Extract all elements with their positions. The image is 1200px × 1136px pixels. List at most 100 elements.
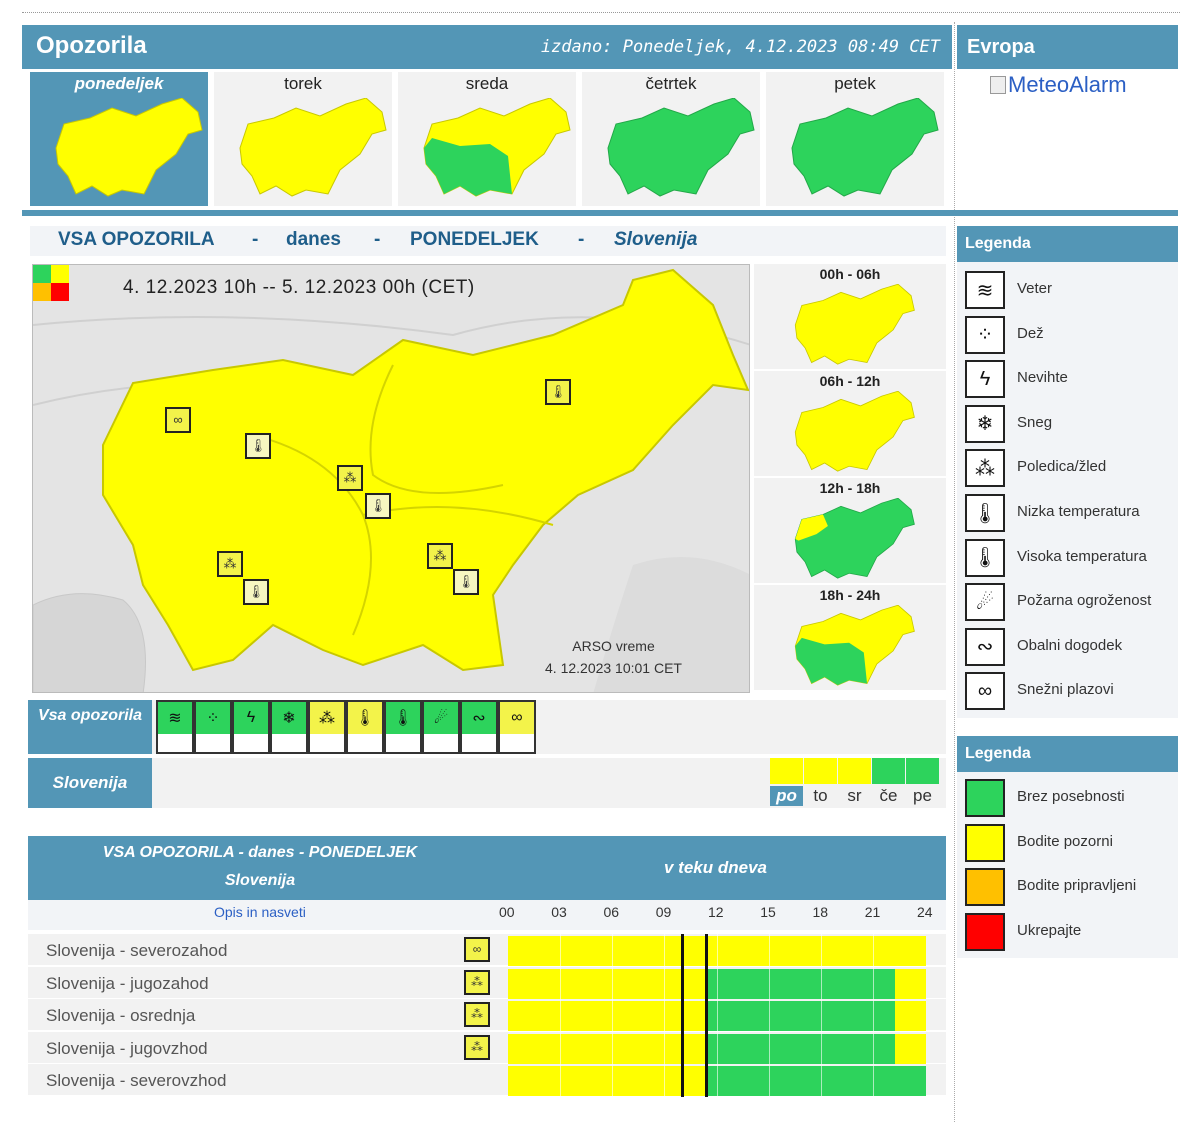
week-day-to[interactable]: to bbox=[804, 758, 838, 808]
legend-label: Brez posebnosti bbox=[1017, 788, 1125, 805]
region-name: Slovenija - osrednja bbox=[46, 1006, 196, 1026]
legend-red-swatch bbox=[51, 283, 69, 301]
week-day-sr[interactable]: sr bbox=[838, 758, 872, 808]
ice-icon[interactable]: ⁂ bbox=[464, 1002, 490, 1028]
legend-item: ϟ Nevihte bbox=[957, 357, 1178, 401]
table-row[interactable]: Slovenija - severozahod ∞ bbox=[28, 934, 946, 966]
description-link[interactable]: Opis in nasveti bbox=[214, 904, 306, 920]
legend-label: Dež bbox=[1017, 324, 1044, 342]
hour-gridline bbox=[768, 934, 770, 1097]
slovenia-mini-map bbox=[794, 605, 915, 686]
avalanche-icon[interactable]: ∞ bbox=[464, 937, 490, 962]
map-background bbox=[33, 268, 749, 692]
day-tab-1[interactable]: torek bbox=[214, 72, 392, 206]
day-tab-2[interactable]: sreda bbox=[398, 72, 576, 206]
legend-label: Snežni plazovi bbox=[1017, 681, 1114, 699]
legend-label: Ukrepajte bbox=[1017, 921, 1082, 939]
column-divider bbox=[954, 22, 955, 1122]
timeline-region: Slovenija bbox=[224, 872, 296, 889]
category-thunderstorm-icon[interactable]: ϟ bbox=[232, 700, 270, 754]
level-swatch bbox=[965, 912, 1005, 951]
week-day-level bbox=[770, 758, 803, 784]
low-temperature-icon: 🌡 bbox=[965, 494, 1005, 532]
high-temperature-icon: 🌡 bbox=[386, 702, 420, 734]
snow-icon: ❄ bbox=[272, 702, 306, 734]
coastal-event-icon: ∾ bbox=[462, 702, 496, 734]
day-tab-4[interactable]: petek bbox=[766, 72, 944, 206]
period-map-3[interactable]: 18h - 24h bbox=[754, 585, 946, 690]
week-day-level bbox=[872, 758, 905, 784]
legend-level-item: Brez posebnosti bbox=[957, 776, 1178, 820]
ice-icon: ⁂ bbox=[310, 702, 344, 734]
ice-icon[interactable]: ⁂ bbox=[427, 543, 453, 569]
slovenia-mini-map bbox=[794, 498, 915, 579]
table-row[interactable]: Slovenija - osrednja ⁂ bbox=[28, 999, 946, 1032]
week-day-level bbox=[838, 758, 871, 784]
day-tab-label: ponedeljek bbox=[74, 74, 164, 93]
category-ice-icon[interactable]: ⁂ bbox=[308, 700, 346, 754]
hour-label: 06 bbox=[603, 904, 620, 920]
category-fire-danger-icon[interactable]: ☄ bbox=[422, 700, 460, 754]
category-wind-icon[interactable]: ≋ bbox=[156, 700, 194, 754]
period-label: 18h - 24h bbox=[819, 587, 881, 603]
avalanche-icon[interactable]: ∞ bbox=[165, 407, 191, 433]
region-name: Slovenija - jugozahod bbox=[46, 973, 209, 993]
low-temperature-icon: 🌡 bbox=[348, 702, 382, 734]
low-temperature-icon[interactable]: 🌡 bbox=[453, 569, 479, 595]
header-bar: Opozorila izdano: Ponedeljek, 4.12.2023 … bbox=[22, 25, 952, 69]
period-map-0[interactable]: 00h - 06h bbox=[754, 264, 946, 369]
period-map-2[interactable]: 12h - 18h bbox=[754, 478, 946, 583]
meteoalarm-link[interactable]: MeteoAlarm bbox=[990, 72, 1127, 98]
map-source-name: ARSO vreme bbox=[572, 638, 655, 654]
category-avalanche-icon[interactable]: ∞ bbox=[498, 700, 536, 754]
level-segment-green bbox=[708, 968, 895, 999]
low-temperature-icon[interactable]: 🌡 bbox=[365, 493, 391, 519]
table-row[interactable]: Slovenija - severovzhod bbox=[28, 1064, 946, 1097]
legend-label: Veter bbox=[1017, 280, 1053, 297]
low-temperature-icon[interactable]: 🌡 bbox=[243, 579, 269, 605]
timeline-header: VSA OPOZORILA - danes - PONEDELJEK Slove… bbox=[28, 836, 946, 900]
category-low-temperature-icon[interactable]: 🌡 bbox=[346, 700, 384, 754]
heading-weekday: PONEDELJEK bbox=[410, 229, 539, 250]
category-coastal-event-icon[interactable]: ∾ bbox=[460, 700, 498, 754]
map-date-range: 4. 12.2023 10h -- 5. 12.2023 00h (CET) bbox=[123, 277, 475, 298]
timeline-subheader: Opis in nasveti 00 03 06 09 12 15 18 21 24 bbox=[28, 900, 946, 930]
warning-map[interactable]: 4. 12.2023 10h -- 5. 12.2023 00h (CET) A… bbox=[32, 264, 750, 693]
legend-item: ≋ Veter bbox=[957, 268, 1178, 312]
day-tab-0[interactable]: ponedeljek bbox=[30, 72, 208, 206]
legend-header: Legenda bbox=[957, 226, 1178, 262]
heading-region: Slovenija bbox=[614, 229, 698, 250]
ice-icon[interactable]: ⁂ bbox=[337, 465, 363, 491]
timeline-during-day: v teku dneva bbox=[664, 858, 767, 877]
week-day-pe[interactable]: pe bbox=[906, 758, 940, 808]
rain-icon: ⁘ bbox=[196, 702, 230, 734]
heading-separator: - bbox=[578, 229, 585, 250]
hour-gridline bbox=[716, 934, 718, 1097]
broken-image-icon bbox=[990, 76, 1006, 94]
ice-icon[interactable]: ⁂ bbox=[464, 969, 490, 995]
legend-label: Nevihte bbox=[1017, 369, 1068, 387]
period-label: 00h - 06h bbox=[819, 266, 881, 282]
week-day-po[interactable]: po bbox=[770, 758, 804, 808]
legend-level-item: Bodite pozorni bbox=[957, 821, 1178, 865]
day-tab-3[interactable]: četrtek bbox=[582, 72, 760, 206]
legend-label: Bodite pozorni bbox=[1017, 832, 1113, 850]
category-snow-icon[interactable]: ❄ bbox=[270, 700, 308, 754]
table-row[interactable]: Slovenija - jugovzhod ⁂ bbox=[28, 1031, 946, 1064]
hour-label: 18 bbox=[812, 904, 829, 920]
low-temperature-icon[interactable]: 🌡 bbox=[545, 379, 571, 405]
table-row[interactable]: Slovenija - jugozahod ⁂ bbox=[28, 966, 946, 999]
map-source-time: 4. 12.2023 10:01 CET bbox=[545, 660, 682, 676]
legend-yellow-swatch bbox=[51, 265, 69, 283]
slovenia-mini-map bbox=[239, 98, 387, 197]
category-high-temperature-icon[interactable]: 🌡 bbox=[384, 700, 422, 754]
legend-label: Visoka temperatura bbox=[1017, 547, 1147, 565]
ice-icon[interactable]: ⁂ bbox=[217, 551, 243, 577]
week-day-če[interactable]: če bbox=[872, 758, 906, 808]
slovenia-mini-map bbox=[55, 98, 203, 197]
category-rain-icon[interactable]: ⁘ bbox=[194, 700, 232, 754]
legend-item: ∞ Snežni plazovi bbox=[957, 669, 1178, 713]
low-temperature-icon[interactable]: 🌡 bbox=[245, 433, 271, 459]
ice-icon[interactable]: ⁂ bbox=[464, 1034, 490, 1060]
period-map-1[interactable]: 06h - 12h bbox=[754, 371, 946, 476]
